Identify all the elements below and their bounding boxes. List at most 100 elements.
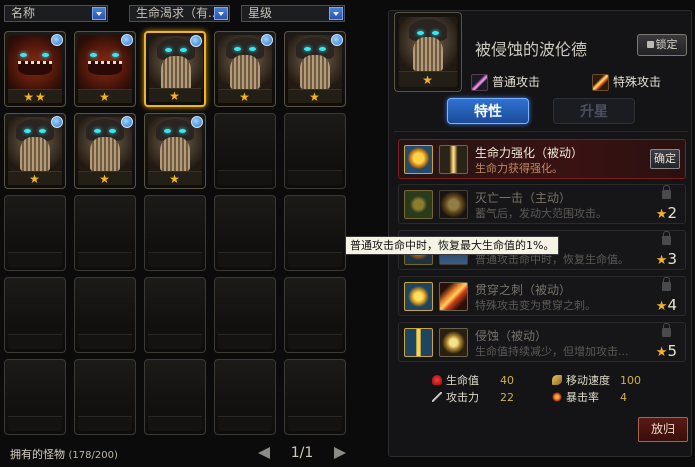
skill-name: 侵蚀（被动） [475,329,548,343]
empty-slot[interactable] [284,195,346,271]
element-badge-icon [191,116,203,128]
page-indicator: 1/1 [290,445,314,461]
release-button[interactable]: 放归 [638,417,688,442]
skill-row[interactable]: 灭亡一击（主动） 蓄气后，发动大范围攻击。 ★2 [398,184,686,224]
next-page-icon[interactable] [334,447,346,459]
skill-unlock-level: ★4 [655,296,677,314]
special-attack-icon [592,74,609,91]
empty-slot[interactable] [74,195,136,271]
star-level-value: 星级 [248,6,273,20]
lock-icon [662,277,671,291]
star-rating: ★ [288,89,342,104]
name-sort-select[interactable]: 名称 [4,5,108,22]
stat-attack-value: 22 [500,391,514,404]
hp-demand-select[interactable]: 生命渴求（有... [129,5,230,22]
empty-slot[interactable] [4,195,66,271]
normal-attack-icon [471,74,488,91]
tab-upgrade[interactable]: 升星 [553,98,635,124]
chevron-down-icon[interactable] [214,7,228,20]
monster-slot[interactable]: ★★ [4,31,66,107]
empty-slot[interactable] [214,195,276,271]
stat-crit-value: 4 [620,391,627,404]
active-skill-icon [404,190,433,219]
star-rating: ★ [218,89,272,104]
skill-description: 特殊攻击变为贯穿之刺。 [475,299,596,312]
star-rating: ★★ [8,89,62,104]
tab-traits[interactable]: 特性 [447,98,529,124]
element-badge-icon [51,34,63,46]
lock-button[interactable]: 锁定 [637,34,687,56]
skill-row[interactable]: 侵蚀（被动） 生命值持续减少，但增加攻击... ★5 [398,322,686,362]
monster-slot[interactable]: ★ [74,113,136,189]
erosion-skill-icon [439,328,468,357]
monster-slot[interactable]: ★ [284,31,346,107]
element-badge-icon [261,34,273,46]
empty-slot[interactable] [284,277,346,353]
skill-row[interactable]: 贯穿之刺（被动） 特殊攻击变为贯穿之刺。 ★4 [398,276,686,316]
normal-attack-label: 普通攻击 [492,75,541,89]
stat-crit: 暴击率 4 [552,391,627,405]
skill-unlock-level: ★5 [655,342,677,360]
wing-icon [552,375,562,385]
skill-tooltip: 普通攻击命中时，恢复最大生命值的1%。 [345,236,560,255]
chevron-down-icon[interactable] [92,7,106,20]
hp-boost-skill-icon [439,145,468,174]
element-badge-icon [190,35,202,47]
normal-attack[interactable]: 普通攻击 [471,73,540,91]
empty-slot[interactable] [4,277,66,353]
empty-slot[interactable] [74,359,136,435]
empty-slot[interactable] [144,277,206,353]
name-sort-value: 名称 [11,6,36,20]
star-rating: ★ [148,171,202,186]
lock-icon [662,323,671,337]
crit-icon [552,392,562,402]
confirm-button[interactable]: 确定 [650,149,680,169]
stat-attack: 攻击力 22 [432,391,514,405]
passive-skill-icon [404,282,433,311]
element-badge-icon [51,116,63,128]
skill-description: 蓄气后，发动大范围攻击。 [475,207,607,220]
monster-slot-selected[interactable]: ★ [144,31,206,107]
empty-slot[interactable] [214,113,276,189]
special-attack[interactable]: 特殊攻击 [592,73,661,91]
empty-slot[interactable] [144,359,206,435]
star-rating: ★ [399,71,457,87]
empty-slot[interactable] [74,277,136,353]
owned-label: 拥有的怪物 [10,448,65,461]
owned-count: (178/200) [68,450,118,461]
monster-image [399,17,457,71]
stat-move-value: 100 [620,374,641,387]
prev-page-icon[interactable] [258,447,270,459]
lock-icon [662,185,671,199]
skill-unlock-level: ★2 [655,204,677,222]
chevron-down-icon[interactable] [329,7,343,20]
skill-unlock-level: ★3 [655,250,677,268]
skill-name: 生命力强化（被动） [475,146,584,160]
empty-slot[interactable] [284,113,346,189]
monster-name: 被侵蚀的波伦德 [475,40,588,59]
star-level-select[interactable]: 星级 [241,5,345,22]
skill-name: 贯穿之刺（被动） [475,283,572,297]
heart-icon [432,375,442,385]
lock-label: 锁定 [655,38,678,51]
empty-slot[interactable] [284,359,346,435]
monster-slot[interactable]: ★ [74,31,136,107]
element-badge-icon [121,34,133,46]
monster-slot[interactable]: ★ [214,31,276,107]
empty-slot[interactable] [214,359,276,435]
lock-icon [662,231,671,245]
empty-slot[interactable] [144,195,206,271]
star-rating: ★ [149,88,201,103]
passive-skill-icon [404,145,433,174]
divider [394,131,688,132]
owned-monsters: 拥有的怪物 (178/200) [10,446,118,462]
stat-hp: 生命值 40 [432,374,514,388]
empty-slot[interactable] [4,359,66,435]
skill-row[interactable]: 生命力强化（被动） 生命力获得强化。 确定 [398,139,686,179]
star-rating: ★ [78,89,132,104]
element-badge-icon [331,34,343,46]
monster-stats: 生命值 40 移动速度 100 攻击力 22 暴击率 4 [430,374,660,408]
monster-slot[interactable]: ★ [144,113,206,189]
empty-slot[interactable] [214,277,276,353]
monster-slot[interactable]: ★ [4,113,66,189]
